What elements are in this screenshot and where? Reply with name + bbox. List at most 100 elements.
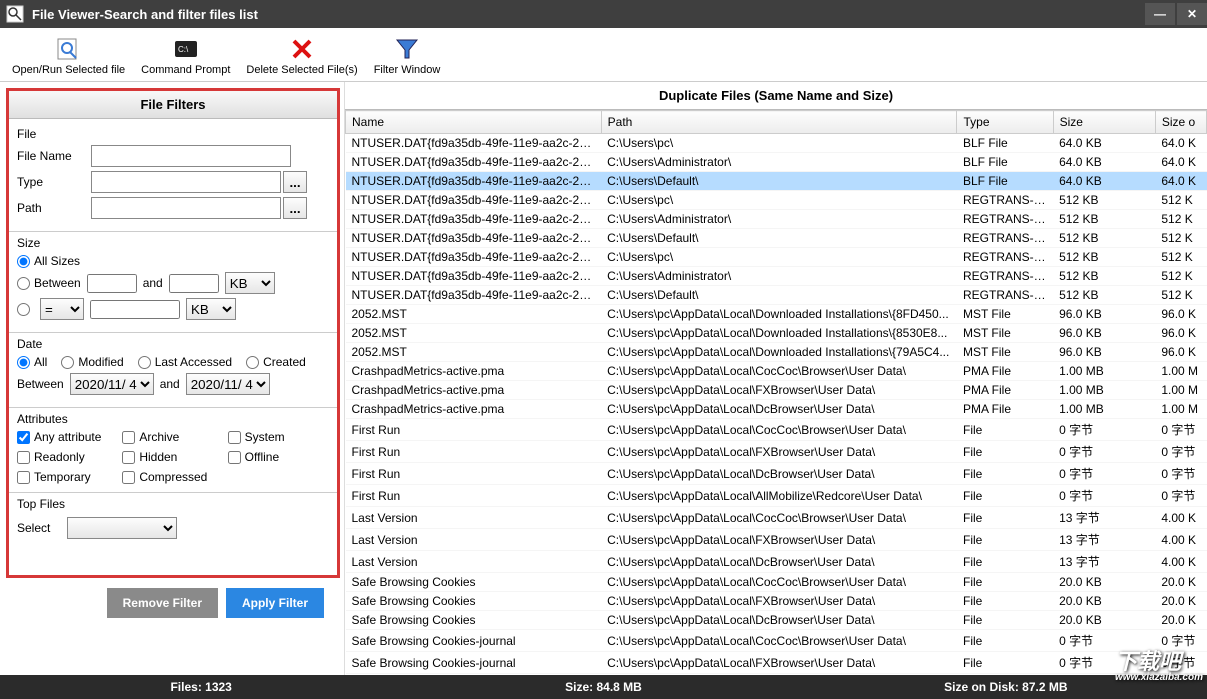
filter-window-button[interactable]: Filter Window [368, 32, 447, 79]
cell-path: C:\Users\pc\AppData\Local\Downloaded Ins… [601, 305, 957, 324]
table-row[interactable]: NTUSER.DAT{fd9a35db-49fe-11e9-aa2c-248a.… [346, 267, 1207, 286]
table-row[interactable]: First RunC:\Users\pc\AppData\Local\CocCo… [346, 419, 1207, 441]
path-label: Path [17, 201, 91, 215]
cell-sizeo: 512 K [1155, 210, 1206, 229]
table-row[interactable]: CrashpadMetrics-active.pmaC:\Users\pc\Ap… [346, 381, 1207, 400]
table-row[interactable]: First RunC:\Users\pc\AppData\Local\FXBro… [346, 441, 1207, 463]
cell-size: 64.0 KB [1053, 134, 1155, 153]
open-run-button[interactable]: Open/Run Selected file [6, 32, 131, 79]
table-row[interactable]: First RunC:\Users\pc\AppData\Local\DcBro… [346, 463, 1207, 485]
table-row[interactable]: 2052.MSTC:\Users\pc\AppData\Local\Downlo… [346, 324, 1207, 343]
minimize-button[interactable]: — [1145, 3, 1175, 25]
cell-size: 13 字节 [1053, 529, 1155, 551]
date-all-radio[interactable]: All [17, 355, 47, 369]
table-row[interactable]: Safe Browsing Cookies-journalC:\Users\pc… [346, 630, 1207, 652]
table-row[interactable]: CrashpadMetrics-active.pmaC:\Users\pc\Ap… [346, 400, 1207, 419]
offline-checkbox[interactable]: Offline [228, 450, 329, 464]
top-files-select[interactable] [67, 517, 177, 539]
filename-input[interactable] [91, 145, 291, 167]
table-row[interactable]: 2052.MSTC:\Users\pc\AppData\Local\Downlo… [346, 343, 1207, 362]
cell-name: NTUSER.DAT{fd9a35db-49fe-11e9-aa2c-248a.… [346, 229, 602, 248]
table-row[interactable]: NTUSER.DAT{fd9a35db-49fe-11e9-aa2c-248a.… [346, 210, 1207, 229]
cell-path: C:\Users\pc\ [601, 134, 957, 153]
readonly-checkbox[interactable]: Readonly [17, 450, 118, 464]
size-compare-radio[interactable] [17, 303, 34, 316]
table-row[interactable]: Last VersionC:\Users\pc\AppData\Local\Dc… [346, 551, 1207, 573]
size-to-input[interactable] [169, 274, 219, 293]
hidden-checkbox[interactable]: Hidden [122, 450, 223, 464]
type-input[interactable] [91, 171, 281, 193]
col-header-name[interactable]: Name [346, 111, 602, 134]
between-size-radio[interactable]: Between [17, 276, 81, 290]
table-row[interactable]: NTUSER.DAT{fd9a35db-49fe-11e9-aa2c-248a.… [346, 248, 1207, 267]
file-table[interactable]: Name Path Type Size Size o NTUSER.DAT{fd… [345, 109, 1207, 675]
table-row[interactable]: Last VersionC:\Users\pc\AppData\Local\FX… [346, 529, 1207, 551]
cell-type: REGTRANS-MS ... [957, 191, 1053, 210]
date-from-input[interactable]: 2020/11/ 4 [70, 373, 154, 395]
all-sizes-radio[interactable]: All Sizes [17, 254, 80, 268]
table-row[interactable]: NTUSER.DAT{fd9a35db-49fe-11e9-aa2c-248a.… [346, 229, 1207, 248]
table-row[interactable]: Safe Browsing CookiesC:\Users\pc\AppData… [346, 573, 1207, 592]
path-browse-button[interactable]: ... [283, 197, 307, 219]
cell-size: 0 字节 [1053, 485, 1155, 507]
size-op-select[interactable]: = [40, 298, 84, 320]
archive-checkbox[interactable]: Archive [122, 430, 223, 444]
cmd-label: Command Prompt [141, 64, 230, 76]
size-from-input[interactable] [87, 274, 137, 293]
cell-sizeo: 64.0 K [1155, 134, 1206, 153]
table-row[interactable]: Safe Browsing CookiesC:\Users\pc\AppData… [346, 611, 1207, 630]
compressed-checkbox[interactable]: Compressed [122, 470, 223, 484]
close-button[interactable]: ✕ [1177, 3, 1207, 25]
cell-sizeo: 4.00 K [1155, 529, 1206, 551]
cell-path: C:\Users\Default\ [601, 286, 957, 305]
table-row[interactable]: NTUSER.DAT{fd9a35db-49fe-11e9-aa2c-248a.… [346, 286, 1207, 305]
date-created-radio[interactable]: Created [246, 355, 306, 369]
cell-type: File [957, 419, 1053, 441]
date-modified-radio[interactable]: Modified [61, 355, 123, 369]
table-row[interactable]: Last VersionC:\Users\pc\AppData\Local\Co… [346, 507, 1207, 529]
col-header-size[interactable]: Size [1053, 111, 1155, 134]
table-row[interactable]: Safe Browsing Cookies-journalC:\Users\pc… [346, 652, 1207, 674]
table-row[interactable]: NTUSER.DAT{fd9a35db-49fe-11e9-aa2c-248a.… [346, 172, 1207, 191]
col-header-type[interactable]: Type [957, 111, 1053, 134]
funnel-icon [394, 36, 420, 62]
cell-size: 1.00 MB [1053, 400, 1155, 419]
col-header-path[interactable]: Path [601, 111, 957, 134]
table-row[interactable]: 2052.MSTC:\Users\pc\AppData\Local\Downlo… [346, 305, 1207, 324]
file-filters-panel: File Filters File File Name Type ... Pat… [6, 88, 340, 578]
cell-name: Last Version [346, 551, 602, 573]
delete-selected-button[interactable]: Delete Selected File(s) [240, 32, 363, 79]
status-size: Size: 84.8 MB [402, 680, 804, 694]
cell-type: File [957, 529, 1053, 551]
system-checkbox[interactable]: System [228, 430, 329, 444]
table-row[interactable]: NTUSER.DAT{fd9a35db-49fe-11e9-aa2c-248a.… [346, 134, 1207, 153]
cell-sizeo: 64.0 K [1155, 172, 1206, 191]
temporary-checkbox[interactable]: Temporary [17, 470, 118, 484]
path-input[interactable] [91, 197, 281, 219]
any-attribute-checkbox[interactable]: Any attribute [17, 430, 118, 444]
cell-type: REGTRANS-MS ... [957, 248, 1053, 267]
cell-size: 64.0 KB [1053, 153, 1155, 172]
type-browse-button[interactable]: ... [283, 171, 307, 193]
size-unit2-select[interactable]: KB [186, 298, 236, 320]
command-prompt-button[interactable]: C:\ Command Prompt [135, 32, 236, 79]
table-row[interactable]: NTUSER.DAT{fd9a35db-49fe-11e9-aa2c-248a.… [346, 191, 1207, 210]
cell-path: C:\Users\pc\AppData\Local\DcBrowser\User… [601, 400, 957, 419]
panel-title: File Filters [9, 91, 337, 119]
open-run-label: Open/Run Selected file [12, 64, 125, 76]
terminal-icon: C:\ [173, 36, 199, 62]
date-last-accessed-radio[interactable]: Last Accessed [138, 355, 232, 369]
size-unit-select[interactable]: KB [225, 272, 275, 294]
remove-filter-button[interactable]: Remove Filter [107, 588, 218, 618]
table-row[interactable]: First RunC:\Users\pc\AppData\Local\AllMo… [346, 485, 1207, 507]
table-row[interactable]: Safe Browsing CookiesC:\Users\pc\AppData… [346, 592, 1207, 611]
apply-filter-button[interactable]: Apply Filter [226, 588, 324, 618]
size-value-input[interactable] [90, 300, 180, 319]
table-row[interactable]: NTUSER.DAT{fd9a35db-49fe-11e9-aa2c-248a.… [346, 153, 1207, 172]
date-to-input[interactable]: 2020/11/ 4 [186, 373, 270, 395]
col-header-sizeo[interactable]: Size o [1155, 111, 1206, 134]
date-and: and [160, 377, 180, 391]
table-row[interactable]: CrashpadMetrics-active.pmaC:\Users\pc\Ap… [346, 362, 1207, 381]
attributes-label: Attributes [17, 412, 329, 426]
cell-name: First Run [346, 463, 602, 485]
